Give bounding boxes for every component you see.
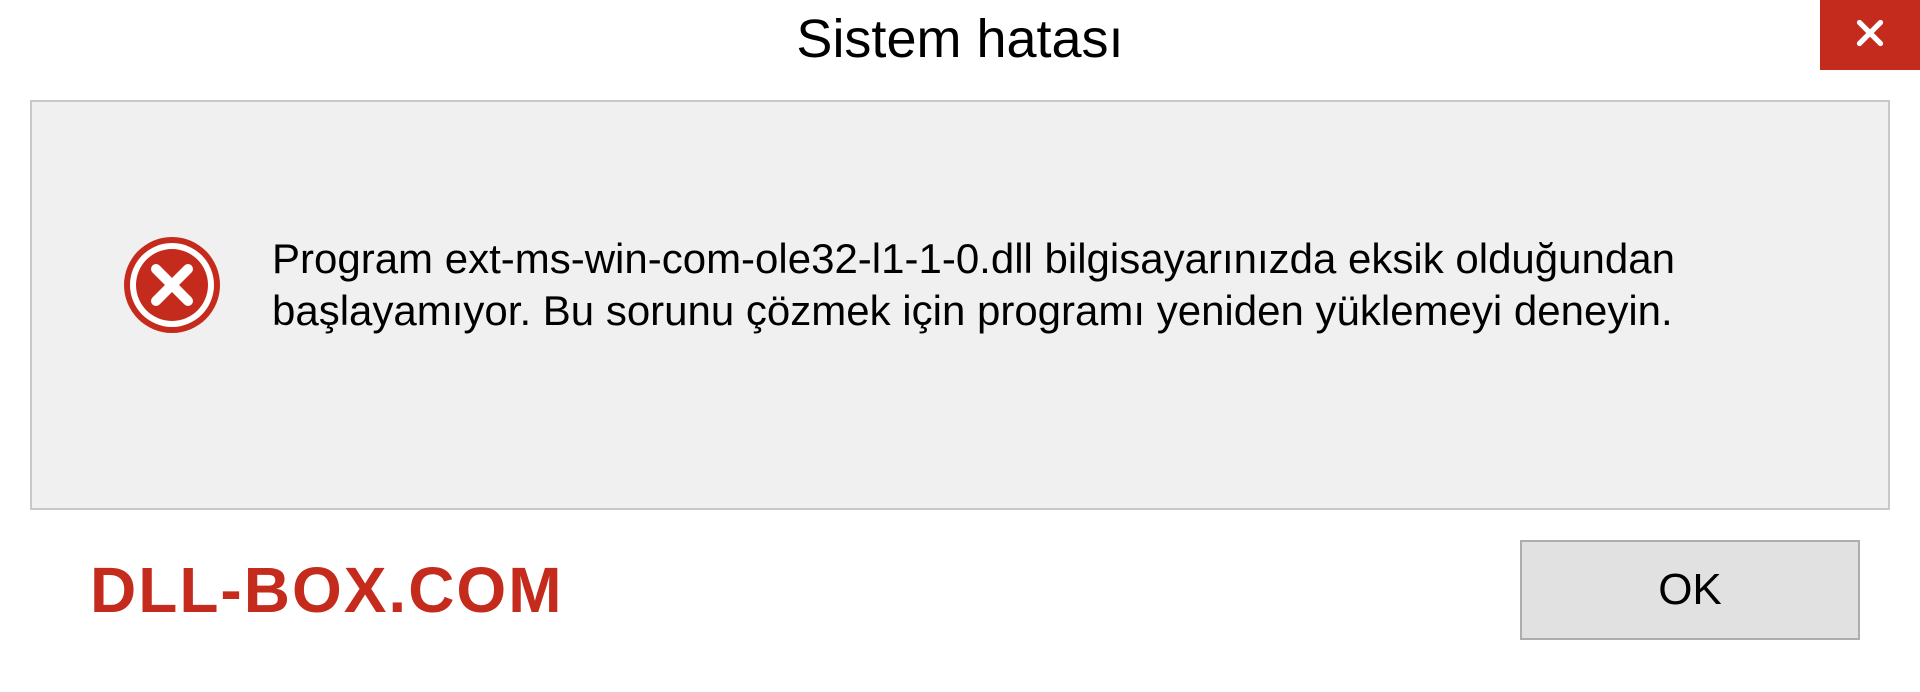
close-icon: [1852, 15, 1888, 56]
dialog-title: Sistem hatası: [796, 8, 1123, 70]
title-bar: Sistem hatası: [0, 0, 1920, 80]
content-panel: Program ext-ms-win-com-ole32-l1-1-0.dll …: [30, 100, 1890, 510]
error-message: Program ext-ms-win-com-ole32-l1-1-0.dll …: [272, 233, 1828, 338]
ok-button[interactable]: OK: [1520, 540, 1860, 640]
close-button[interactable]: [1820, 0, 1920, 70]
footer-row: DLL-BOX.COM OK: [0, 510, 1920, 640]
error-icon: [122, 235, 222, 335]
ok-button-label: OK: [1658, 565, 1722, 615]
watermark-text: DLL-BOX.COM: [90, 553, 564, 627]
